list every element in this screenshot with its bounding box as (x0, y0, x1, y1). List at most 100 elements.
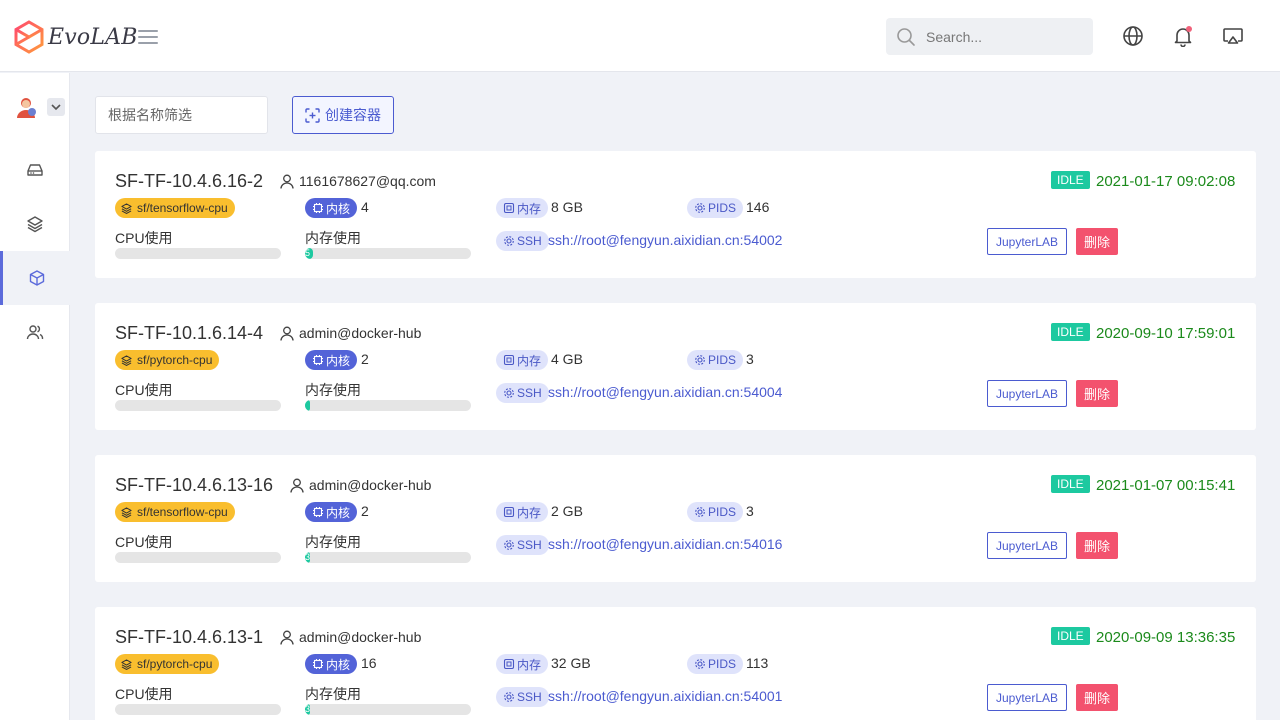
hamburger-line (138, 30, 158, 32)
created-time: 2020-09-09 13:36:35 (1096, 629, 1236, 646)
gear-icon (504, 388, 514, 398)
bell-icon[interactable] (1172, 25, 1194, 48)
ssh-label: SSH (517, 690, 542, 704)
cpu-icon (313, 507, 323, 517)
delete-button[interactable]: 删除 (1076, 380, 1118, 407)
image-tag: sf/tensorflow-cpu (115, 198, 235, 218)
mem-usage-bar: 3 (305, 704, 471, 715)
owner-email: 1161678627@qq.com (299, 173, 436, 189)
status-badge: IDLE (1051, 475, 1090, 493)
ssh-tag: SSH (496, 231, 549, 251)
jupyterlab-button[interactable]: JupyterLAB (987, 380, 1067, 407)
menu-toggle-button[interactable] (138, 30, 158, 46)
gear-icon (695, 659, 705, 669)
container-owner: 1161678627@qq.com (280, 173, 436, 189)
user-menu[interactable] (14, 95, 65, 119)
cpu-cores-tag: 内核 (305, 350, 358, 370)
ssh-tag: SSH (496, 383, 549, 403)
cpu-cores-value: 16 (361, 655, 377, 671)
mem-usage-bar: 5 (305, 248, 471, 259)
search-box[interactable] (886, 18, 1093, 55)
cpu-cores-label: 内核 (326, 505, 351, 520)
memory-tag: 内存 (496, 654, 549, 674)
image-tag: sf/pytorch-cpu (115, 654, 220, 674)
sidebar-item-users[interactable] (0, 305, 70, 359)
container-name: SF-TF-10.1.6.14-4 (115, 323, 264, 343)
cpu-cores-label: 内核 (326, 657, 351, 672)
cpu-icon (313, 659, 323, 669)
cube-icon (29, 270, 44, 286)
delete-button[interactable]: 删除 (1076, 684, 1118, 711)
cast-icon[interactable] (1222, 25, 1244, 47)
status-badge: IDLE (1051, 627, 1090, 645)
globe-icon[interactable] (1122, 25, 1144, 47)
pids-label: PIDS (708, 657, 737, 671)
cpu-usage-label: CPU使用 (115, 230, 173, 246)
create-container-label: 创建容器 (325, 107, 381, 123)
cpu-icon (313, 355, 323, 365)
cpu-usage-label: CPU使用 (115, 382, 173, 398)
memory-label: 内存 (517, 505, 542, 520)
chevron-down-icon[interactable] (47, 98, 65, 116)
ssh-link[interactable]: ssh://root@fengyun.aixidian.cn:54004 (548, 384, 782, 400)
sidebar-item-storage[interactable] (0, 143, 70, 197)
memory-value: 8 GB (551, 199, 583, 215)
users-icon (26, 325, 44, 340)
cpu-icon (313, 203, 323, 213)
gear-icon (504, 236, 514, 246)
delete-button[interactable]: 删除 (1076, 532, 1118, 559)
jupyterlab-button[interactable]: JupyterLAB (987, 228, 1067, 255)
delete-button[interactable]: 删除 (1076, 228, 1118, 255)
hard-drive-icon (27, 164, 43, 176)
mem-usage-fill: 3 (305, 552, 310, 563)
image-name: sf/tensorflow-cpu (137, 201, 228, 215)
jupyterlab-button[interactable]: JupyterLAB (987, 532, 1067, 559)
mem-usage-bar: 3 (305, 552, 471, 563)
ssh-link[interactable]: ssh://root@fengyun.aixidian.cn:54002 (548, 232, 782, 248)
memory-label: 内存 (517, 201, 542, 216)
layers-icon (121, 658, 132, 670)
memory-icon (503, 506, 515, 518)
ssh-link[interactable]: ssh://root@fengyun.aixidian.cn:54001 (548, 688, 782, 704)
pids-value: 113 (746, 655, 769, 671)
cpu-usage-label: CPU使用 (115, 686, 173, 702)
pids-value: 3 (746, 503, 754, 519)
status-badge: IDLE (1051, 171, 1090, 189)
search-input[interactable] (926, 28, 1076, 45)
pids-tag: PIDS (687, 654, 744, 674)
create-container-button[interactable]: 创建容器 (292, 96, 394, 134)
user-icon (290, 478, 304, 493)
logo[interactable]: EvoLAB (14, 20, 138, 54)
hamburger-line (138, 42, 158, 44)
mem-usage-bar (305, 400, 471, 411)
app-title: EvoLAB (48, 24, 138, 50)
jupyterlab-button[interactable]: JupyterLAB (987, 684, 1067, 711)
scan-plus-icon (305, 107, 320, 123)
container-name: SF-TF-10.4.6.16-2 (115, 171, 264, 191)
memory-value: 2 GB (551, 503, 583, 519)
cpu-usage-bar (115, 248, 281, 259)
cpu-cores-label: 内核 (326, 353, 351, 368)
created-time: 2021-01-07 00:15:41 (1096, 477, 1236, 494)
cpu-usage-bar (115, 704, 281, 715)
pids-tag: PIDS (687, 198, 744, 218)
evolab-logo-icon (14, 20, 44, 54)
gear-icon (695, 355, 705, 365)
sidebar-item-containers[interactable] (0, 251, 70, 305)
sidebar-item-images[interactable] (0, 197, 70, 251)
image-tag: sf/tensorflow-cpu (115, 502, 235, 522)
mem-usage-fill: 5 (305, 248, 314, 259)
pids-value: 3 (746, 351, 754, 367)
memory-tag: 内存 (496, 502, 549, 522)
ssh-link[interactable]: ssh://root@fengyun.aixidian.cn:54016 (548, 536, 782, 552)
cpu-cores-tag: 内核 (305, 502, 358, 522)
layers-icon (121, 506, 132, 518)
mem-usage-label: 内存使用 (305, 382, 361, 398)
filter-input[interactable] (95, 96, 268, 134)
container-card: SF-TF-10.4.6.13-16 admin@docker-hub IDLE… (95, 455, 1256, 582)
avatar (17, 98, 36, 118)
cpu-usage-bar (115, 400, 281, 411)
image-tag: sf/pytorch-cpu (115, 350, 220, 370)
mem-usage-fill: 3 (305, 704, 310, 715)
pids-label: PIDS (708, 505, 737, 519)
